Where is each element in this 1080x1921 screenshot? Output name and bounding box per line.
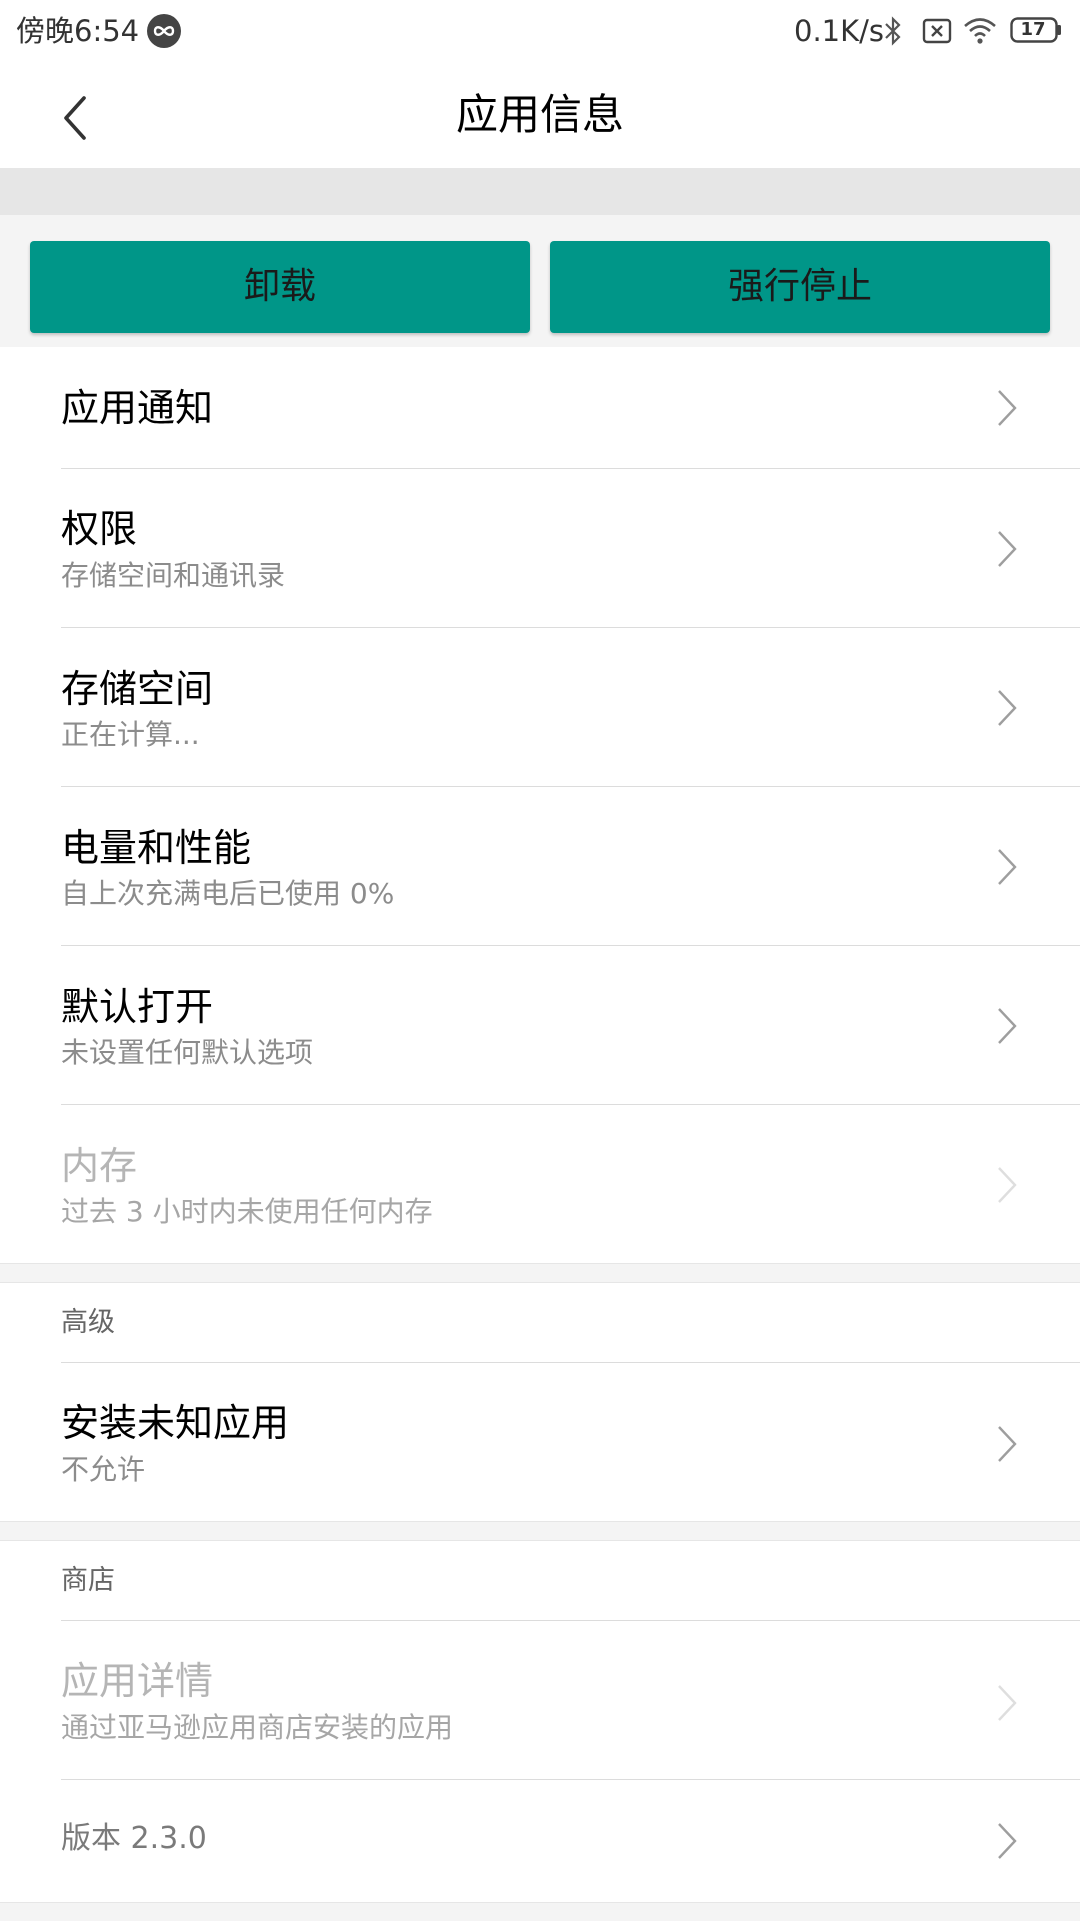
item-title: 应用详情 bbox=[61, 1659, 214, 1703]
list-item-battery-performance[interactable]: 电量和性能 自上次充满电后已使用 0% bbox=[0, 787, 1080, 946]
battery-level: 17 bbox=[1020, 19, 1046, 40]
item-title: 电量和性能 bbox=[61, 826, 252, 870]
list-item-install-unknown-apps[interactable]: 安装未知应用 不允许 bbox=[0, 1363, 1080, 1521]
item-title: 内存 bbox=[61, 1144, 138, 1188]
battery-icon: 17 bbox=[1010, 17, 1062, 43]
chevron-right-icon bbox=[998, 1167, 1017, 1203]
section-gap bbox=[0, 1521, 1080, 1541]
list-item-app-notifications[interactable]: 应用通知 bbox=[0, 347, 1080, 469]
network-speed: 0.1K/s bbox=[794, 14, 885, 48]
list-item-open-by-default[interactable]: 默认打开 未设置任何默认选项 bbox=[0, 946, 1080, 1105]
item-subtitle: 正在计算... bbox=[61, 718, 200, 751]
chevron-right-icon bbox=[998, 1008, 1017, 1044]
chevron-right-icon bbox=[998, 1426, 1017, 1462]
section-header-store: 商店 bbox=[0, 1541, 1080, 1621]
section-label: 高级 bbox=[61, 1307, 115, 1338]
item-title: 默认打开 bbox=[61, 985, 214, 1029]
section-gap bbox=[0, 1263, 1080, 1283]
chevron-right-icon bbox=[998, 1823, 1017, 1859]
list-item-version[interactable]: 版本 2.3.0 bbox=[0, 1780, 1080, 1902]
status-time: 傍晚6:54 bbox=[16, 14, 140, 48]
list-item-app-details: 应用详情 通过亚马逊应用商店安装的应用 bbox=[0, 1621, 1080, 1780]
chevron-right-icon bbox=[998, 690, 1017, 726]
status-bar: 傍晚6:54 0.1K/s 17 bbox=[0, 0, 1080, 62]
wifi-icon bbox=[964, 18, 996, 44]
section-label: 商店 bbox=[61, 1565, 115, 1596]
version-label: 版本 2.3.0 bbox=[61, 1821, 207, 1856]
loop-icon bbox=[147, 14, 181, 48]
bottom-spacer bbox=[0, 1902, 1080, 1921]
chevron-right-icon bbox=[998, 1685, 1017, 1721]
item-subtitle: 自上次充满电后已使用 0% bbox=[61, 877, 395, 910]
force-stop-button[interactable]: 强行停止 bbox=[550, 241, 1050, 333]
bluetooth-icon bbox=[885, 16, 901, 46]
item-title: 存储空间 bbox=[61, 667, 214, 711]
section-header-advanced: 高级 bbox=[0, 1283, 1080, 1363]
list-item-storage[interactable]: 存储空间 正在计算... bbox=[0, 628, 1080, 787]
chevron-right-icon bbox=[998, 390, 1017, 426]
item-subtitle: 不允许 bbox=[61, 1453, 146, 1486]
no-sim-icon bbox=[922, 18, 952, 44]
header-spacer bbox=[0, 169, 1080, 215]
uninstall-button[interactable]: 卸载 bbox=[30, 241, 530, 333]
item-subtitle: 未设置任何默认选项 bbox=[61, 1036, 314, 1069]
action-button-area: 卸载 强行停止 bbox=[0, 215, 1080, 347]
item-title: 应用通知 bbox=[61, 386, 214, 430]
item-subtitle: 存储空间和通讯录 bbox=[61, 559, 286, 592]
chevron-right-icon bbox=[998, 531, 1017, 567]
list-item-memory: 内存 过去 3 小时内未使用任何内存 bbox=[0, 1105, 1080, 1263]
list-item-permissions[interactable]: 权限 存储空间和通讯录 bbox=[0, 469, 1080, 628]
item-subtitle: 过去 3 小时内未使用任何内存 bbox=[61, 1195, 433, 1228]
item-title: 权限 bbox=[61, 507, 138, 551]
page-title: 应用信息 bbox=[455, 90, 624, 139]
item-subtitle: 通过亚马逊应用商店安装的应用 bbox=[61, 1711, 454, 1744]
item-title: 安装未知应用 bbox=[61, 1401, 290, 1445]
back-arrow-icon[interactable] bbox=[56, 92, 96, 144]
title-bar: 应用信息 bbox=[0, 62, 1080, 169]
chevron-right-icon bbox=[998, 849, 1017, 885]
